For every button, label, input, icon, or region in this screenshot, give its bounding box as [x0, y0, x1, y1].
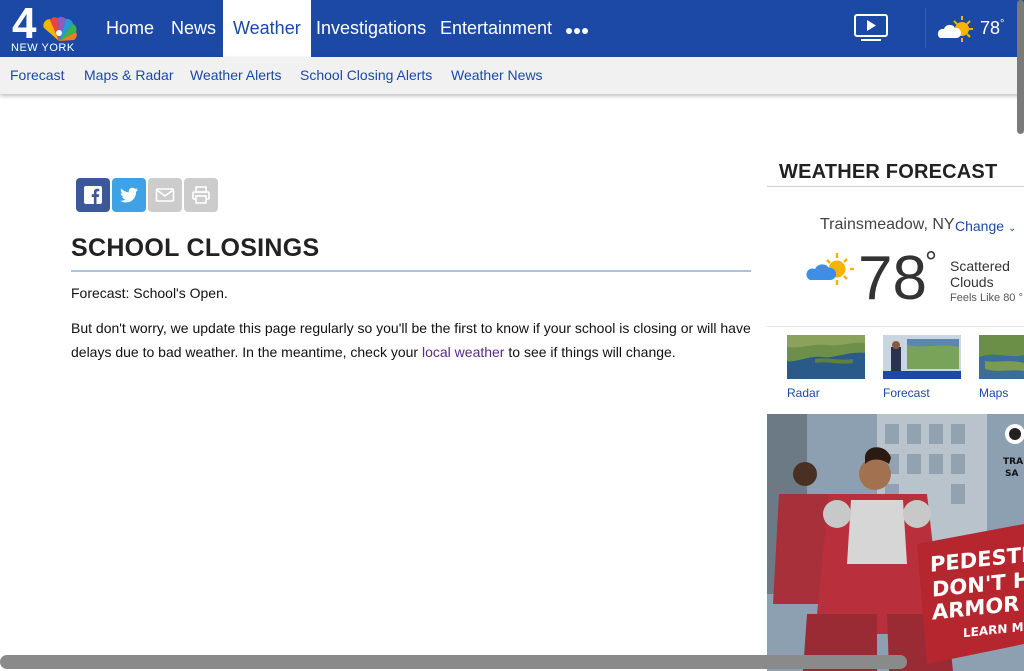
- logo-text: NEW YORK: [11, 42, 75, 54]
- forecast-divider: [767, 326, 1024, 327]
- radar-label[interactable]: Radar: [787, 386, 820, 400]
- advertisement[interactable]: TRA SA PEDESTRIA DON'T HAV ARMOR LEARN M…: [767, 414, 1024, 671]
- radar-map-image: [787, 335, 865, 379]
- ellipsis-icon[interactable]: [562, 0, 592, 57]
- maps-label[interactable]: Maps: [979, 386, 1008, 400]
- subnav-weather-alerts[interactable]: Weather Alerts: [190, 67, 282, 83]
- facebook-share-button[interactable]: [76, 178, 110, 212]
- title-divider: [71, 270, 751, 272]
- article-body-text-end: to see if things will change.: [504, 344, 676, 360]
- nav-investigations[interactable]: Investigations: [306, 0, 436, 57]
- email-share-button[interactable]: [148, 178, 182, 212]
- ad-brand-line1: TRA: [1003, 457, 1024, 467]
- nav-entertainment[interactable]: Entertainment: [430, 0, 562, 57]
- forecast-line: Forecast: School's Open.: [71, 285, 228, 301]
- maps-thumbnail[interactable]: [979, 335, 1024, 379]
- vertical-scrollbar[interactable]: [1017, 0, 1024, 134]
- peacock-icon: [43, 16, 77, 41]
- top-navigation: 4 NEW YORK Home News Weather Investigati…: [0, 0, 1024, 57]
- nbc-4-new-york-logo[interactable]: 4 NEW YORK: [8, 0, 84, 54]
- local-weather-link[interactable]: local weather: [422, 344, 505, 360]
- logo-number: 4: [12, 0, 37, 48]
- nav-weather[interactable]: Weather: [223, 0, 311, 57]
- radar-thumbnail[interactable]: [787, 335, 865, 379]
- facebook-icon: [84, 186, 102, 204]
- forecast-thumbnail[interactable]: [883, 335, 961, 379]
- weather-subnav: Forecast Maps & Radar Weather Alerts Sch…: [0, 57, 1024, 94]
- change-location-link[interactable]: Change ⌄: [955, 218, 1016, 234]
- subnav-weather-news[interactable]: Weather News: [451, 67, 543, 83]
- current-temperature: 78: [858, 244, 927, 313]
- video-play-icon[interactable]: [853, 13, 889, 43]
- forecast-video-image: [883, 335, 961, 379]
- forecast-label[interactable]: Forecast: [883, 386, 930, 400]
- heading-divider: [767, 186, 1024, 187]
- nav-divider: [925, 8, 926, 48]
- nav-home[interactable]: Home: [96, 0, 164, 57]
- forecast-location: Trainsmeadow, NY: [820, 216, 955, 233]
- partly-cloudy-icon: [806, 253, 854, 285]
- print-icon: [192, 186, 210, 204]
- article-body: But don't worry, we update this page reg…: [71, 316, 761, 364]
- horizontal-scrollbar[interactable]: [0, 655, 907, 669]
- email-icon: [155, 188, 175, 202]
- page-title: SCHOOL CLOSINGS: [71, 234, 320, 262]
- print-button[interactable]: [184, 178, 218, 212]
- nav-news[interactable]: News: [161, 0, 226, 57]
- nav-temperature: 78°: [980, 18, 1005, 38]
- subnav-school-closing-alerts[interactable]: School Closing Alerts: [300, 67, 432, 83]
- chevron-down-icon: ⌄: [1007, 223, 1017, 234]
- ad-brand-line2: SA: [1005, 469, 1019, 479]
- maps-image: [979, 335, 1024, 379]
- subnav-forecast[interactable]: Forecast: [10, 67, 64, 83]
- weather-condition: Scattered Clouds: [950, 258, 1010, 290]
- degree-symbol: °: [925, 246, 937, 279]
- feels-like: Feels Like 80 °: [950, 292, 1023, 304]
- weather-forecast-heading: WEATHER FORECAST: [779, 161, 998, 183]
- partly-cloudy-icon: [937, 16, 973, 42]
- subnav-maps-radar[interactable]: Maps & Radar: [84, 67, 173, 83]
- twitter-share-button[interactable]: [112, 178, 146, 212]
- twitter-icon: [120, 187, 138, 203]
- nav-weather-widget[interactable]: 78°: [936, 14, 1014, 44]
